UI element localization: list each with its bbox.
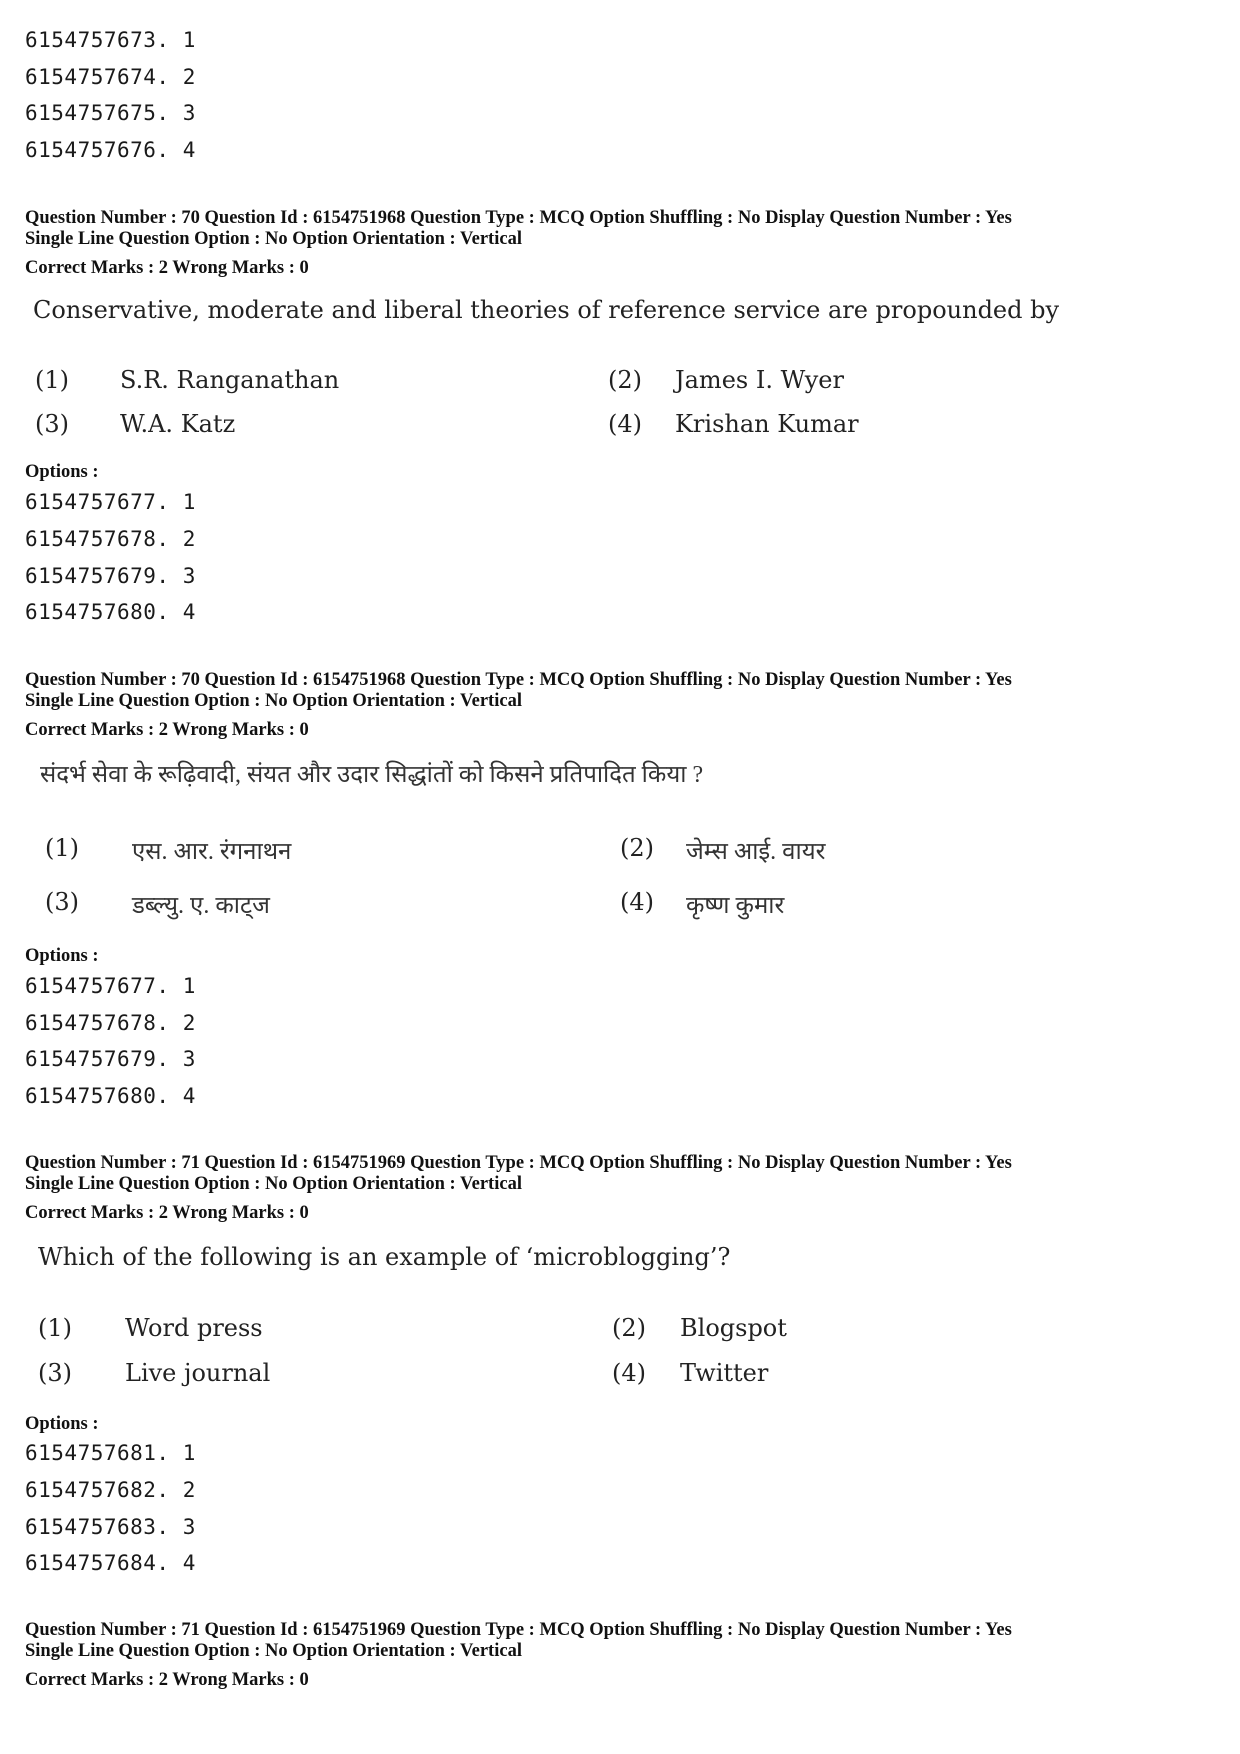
choice-number: (2) <box>612 1314 646 1342</box>
choice-number: (4) <box>608 410 642 438</box>
options-label: Options : <box>25 946 99 966</box>
option-id: 6154757680. 4 <box>25 600 196 624</box>
choice-number: (4) <box>620 888 654 916</box>
choice-number: (1) <box>45 834 79 862</box>
question-text: संदर्भ सेवा के रूढ़िवादी, संयत और उदार स… <box>40 762 704 788</box>
option-id: 6154757679. 3 <box>25 1047 196 1071</box>
option-id: 6154757674. 2 <box>25 65 196 89</box>
choice-number: (2) <box>608 366 642 394</box>
marks-line: Correct Marks : 2 Wrong Marks : 0 <box>25 1670 309 1690</box>
choice-text: एस. आर. रंगनाथन <box>132 839 292 865</box>
option-id: 6154757675. 3 <box>25 101 196 125</box>
question-text: Which of the following is an example of … <box>38 1243 731 1271</box>
option-id: 6154757684. 4 <box>25 1551 196 1575</box>
marks-line: Correct Marks : 2 Wrong Marks : 0 <box>25 1203 309 1223</box>
choice-number: (1) <box>35 366 69 394</box>
question-meta-line2: Single Line Question Option : No Option … <box>25 1174 522 1194</box>
choice-text: डब्ल्यु. ए. काट्ज <box>132 893 270 919</box>
option-id: 6154757682. 2 <box>25 1478 196 1502</box>
choice-text: W.A. Katz <box>120 410 236 438</box>
choice-text: Blogspot <box>680 1314 787 1342</box>
option-id: 6154757681. 1 <box>25 1441 196 1465</box>
question-meta-line2: Single Line Question Option : No Option … <box>25 229 522 249</box>
choice-text: कृष्ण कुमार <box>686 893 785 919</box>
option-id: 6154757679. 3 <box>25 564 196 588</box>
choice-number: (4) <box>612 1359 646 1387</box>
question-meta-line1: Question Number : 70 Question Id : 61547… <box>25 670 1012 690</box>
option-id: 6154757677. 1 <box>25 974 196 998</box>
option-id: 6154757677. 1 <box>25 490 196 514</box>
option-id: 6154757683. 3 <box>25 1515 196 1539</box>
choice-number: (2) <box>620 834 654 862</box>
option-id: 6154757676. 4 <box>25 138 196 162</box>
choice-text: James I. Wyer <box>675 366 844 394</box>
choice-text: Live journal <box>125 1359 271 1387</box>
marks-line: Correct Marks : 2 Wrong Marks : 0 <box>25 258 309 278</box>
choice-text: Krishan Kumar <box>675 410 859 438</box>
option-id: 6154757680. 4 <box>25 1084 196 1108</box>
marks-line: Correct Marks : 2 Wrong Marks : 0 <box>25 720 309 740</box>
option-id: 6154757678. 2 <box>25 527 196 551</box>
choice-number: (3) <box>38 1359 72 1387</box>
choice-text: S.R. Ranganathan <box>120 366 340 394</box>
question-meta-line1: Question Number : 70 Question Id : 61547… <box>25 208 1012 228</box>
choice-number: (1) <box>38 1314 72 1342</box>
question-meta-line1: Question Number : 71 Question Id : 61547… <box>25 1620 1012 1640</box>
choice-text: Twitter <box>680 1359 769 1387</box>
options-label: Options : <box>25 1414 99 1434</box>
question-meta-line2: Single Line Question Option : No Option … <box>25 691 522 711</box>
question-meta-line2: Single Line Question Option : No Option … <box>25 1641 522 1661</box>
question-meta-line1: Question Number : 71 Question Id : 61547… <box>25 1153 1012 1173</box>
choice-text: जेम्स आई. वायर <box>686 839 826 865</box>
option-id: 6154757673. 1 <box>25 28 196 52</box>
question-text: Conservative, moderate and liberal theor… <box>33 296 1060 324</box>
choice-number: (3) <box>35 410 69 438</box>
choice-number: (3) <box>45 888 79 916</box>
options-label: Options : <box>25 462 99 482</box>
option-id: 6154757678. 2 <box>25 1011 196 1035</box>
choice-text: Word press <box>125 1314 263 1342</box>
